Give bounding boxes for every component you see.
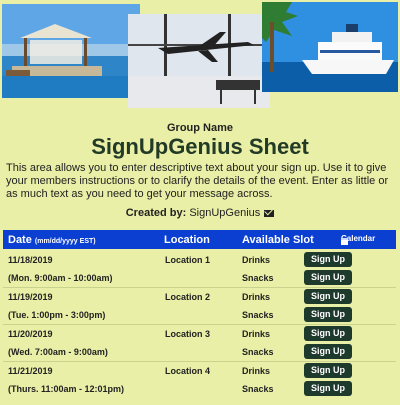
table-row: (Thurs. 11:00am - 12:01pm) Snacks Sign U… [0, 380, 400, 398]
page-title: SignUpGenius Sheet [91, 134, 309, 159]
cruise-ship-photo [262, 2, 398, 92]
slot-location: Location 1 [165, 255, 211, 265]
calendar-icon [341, 238, 348, 245]
slot-location: Location 3 [165, 329, 211, 339]
sign-up-description: This area allows you to enter descriptiv… [6, 162, 389, 200]
sign-up-button[interactable]: Sign Up [304, 363, 352, 378]
slot-location: Location 4 [165, 366, 211, 376]
slot-date: 11/19/2019 [8, 292, 53, 302]
slot-item: Drinks [242, 366, 271, 376]
table-row: (Tue. 1:00pm - 3:00pm) Snacks Sign Up [0, 306, 400, 324]
table-row: 11/20/2019 Location 3 Drinks Sign Up [0, 325, 400, 343]
slots-table-header: Date (mm/dd/yyyy EST) Location Available… [3, 230, 396, 249]
created-by: Created by: SignUpGenius [0, 207, 400, 219]
sign-up-button[interactable]: Sign Up [304, 270, 352, 285]
table-row: 11/19/2019 Location 2 Drinks Sign Up [0, 288, 400, 306]
slot-date: 11/18/2019 [8, 255, 53, 265]
mail-icon[interactable] [264, 209, 275, 217]
slot-item: Snacks [242, 347, 274, 357]
airport-plane-photo [128, 14, 270, 108]
date-format: (mm/dd/yyyy EST) [34, 238, 96, 245]
created-by-label: Created by: [125, 207, 187, 219]
slot-item: Drinks [242, 255, 271, 265]
table-row: (Wed. 7:00am - 9:00am) Snacks Sign Up [0, 343, 400, 361]
sign-up-button[interactable]: Sign Up [304, 252, 352, 267]
slot-item: Drinks [242, 329, 271, 339]
table-row: 11/18/2019 Location 1 Drinks Sign Up [0, 251, 400, 269]
slot-item: Drinks [242, 292, 271, 302]
slot-date: 11/20/2019 [8, 329, 53, 339]
header-available-slot: Available Slot [242, 234, 314, 246]
table-row: 11/21/2019 Location 4 Drinks Sign Up [0, 362, 400, 380]
sign-up-button[interactable]: Sign Up [304, 307, 352, 322]
slot-date: 11/21/2019 [8, 366, 53, 376]
slot-location: Location 2 [165, 292, 211, 302]
slot-item: Snacks [242, 273, 274, 283]
sign-up-button[interactable]: Sign Up [304, 326, 352, 341]
group-name: Group Name [166, 122, 233, 134]
header-location: Location [164, 234, 210, 246]
slot-time: (Tue. 1:00pm - 3:00pm) [8, 310, 106, 320]
creator-name: SignUpGenius [189, 207, 261, 219]
sign-up-button[interactable]: Sign Up [304, 381, 352, 396]
resort-pool-photo [2, 4, 140, 98]
slot-time: (Wed. 7:00am - 9:00am) [8, 347, 108, 357]
banner [0, 0, 400, 110]
calendar-link[interactable]: Calendar [341, 234, 375, 245]
slot-time: (Thurs. 11:00am - 12:01pm) [8, 384, 125, 394]
sign-up-button[interactable]: Sign Up [304, 344, 352, 359]
slot-item: Snacks [242, 310, 274, 320]
slot-item: Snacks [242, 384, 274, 394]
slot-time: (Mon. 9:00am - 10:00am) [8, 273, 113, 283]
sign-up-button[interactable]: Sign Up [304, 289, 352, 304]
table-row: (Mon. 9:00am - 10:00am) Snacks Sign Up [0, 269, 400, 287]
header-date: Date (mm/dd/yyyy EST) [8, 234, 96, 246]
